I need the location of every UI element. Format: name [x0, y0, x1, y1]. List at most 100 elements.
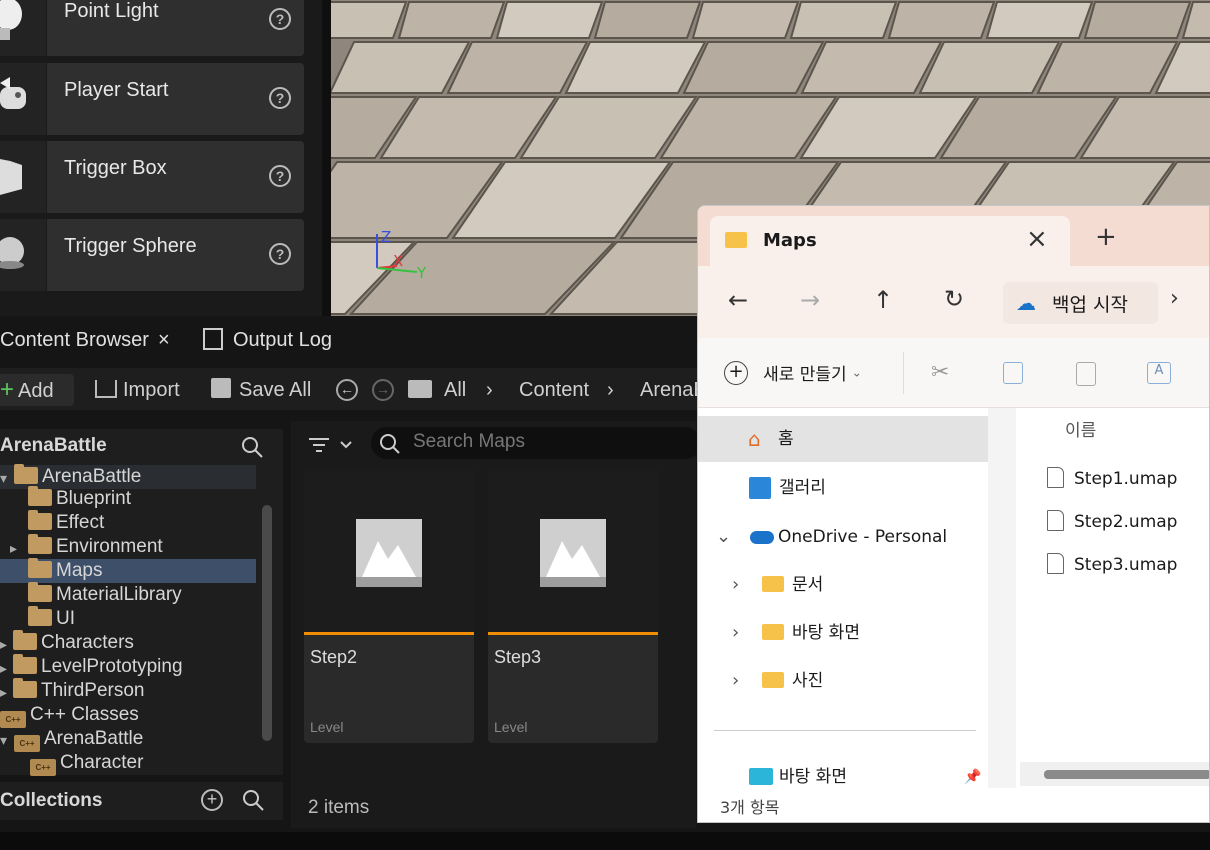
file-item[interactable]: Step2.umap — [1047, 507, 1177, 537]
breadcrumb-content[interactable]: Content — [519, 374, 589, 406]
nav-item-gallery[interactable]: 갤러리 — [698, 465, 988, 511]
nav-item-home[interactable]: ⌂ 홈 — [698, 416, 988, 462]
back-icon[interactable]: ← — [728, 286, 748, 314]
close-icon[interactable]: × — [1026, 224, 1048, 254]
level-thumbnail — [488, 469, 658, 635]
save-all-label: Save All — [239, 379, 312, 401]
search-input[interactable]: Search Maps — [371, 427, 701, 459]
tree-item-character[interactable]: C++ Character — [0, 751, 256, 776]
nav-item-pictures[interactable]: › 사진 — [698, 658, 988, 704]
help-icon[interactable]: ? — [269, 243, 291, 265]
new-tab-icon[interactable]: + — [1095, 222, 1117, 252]
tree-item-label: Maps — [56, 560, 103, 581]
nav-item-desktop[interactable]: › 바탕 화면 — [698, 610, 988, 656]
expand-arrow-icon[interactable]: ▸ — [10, 536, 17, 560]
close-icon[interactable]: × — [158, 324, 170, 356]
floor-tile — [1083, 1, 1192, 39]
asset-view: Search Maps Step2 Level Step3 Level 2 it… — [291, 421, 701, 828]
tree-item-materiallibrary[interactable]: MaterialLibrary — [0, 582, 256, 607]
axis-x-label: X — [393, 252, 403, 270]
explorer-nav-bar: ← → ↑ ↻ ☁ 백업 시작 › — [698, 266, 1209, 338]
search-icon[interactable] — [240, 435, 264, 459]
tab-content-browser[interactable]: Content Browser × — [0, 324, 188, 364]
cloud-upload-icon: ☁ — [1016, 291, 1036, 315]
place-item-player-start[interactable]: Player Start? — [0, 63, 304, 135]
floor-tile — [985, 1, 1094, 39]
nav-item-onedrive[interactable]: ⌄ OneDrive - Personal — [698, 514, 988, 560]
backup-button[interactable]: ☁ 백업 시작 — [1003, 282, 1158, 324]
import-button[interactable]: Import — [95, 374, 180, 406]
forward-icon[interactable]: → — [800, 286, 820, 314]
chevron-right-icon[interactable]: › — [732, 610, 739, 656]
breadcrumb-separator-icon: › — [486, 379, 493, 401]
explorer-title-bar: Maps × + — [698, 206, 1209, 268]
item-count: 3개 항목 — [720, 798, 780, 817]
help-icon[interactable]: ? — [269, 87, 291, 109]
chevron-right-icon[interactable]: › — [1170, 286, 1179, 311]
tree-item-maps[interactable]: Maps — [0, 558, 256, 583]
expand-arrow-icon[interactable]: ▸ — [0, 680, 7, 704]
expand-arrow-icon[interactable]: ▸ — [0, 632, 7, 656]
file-icon — [1047, 510, 1064, 531]
column-header-name[interactable]: 이름 — [1065, 416, 1096, 441]
tree-scrollbar[interactable] — [262, 505, 272, 741]
new-button[interactable]: + 새로 만들기 ⌄ — [724, 360, 862, 390]
forward-history-icon[interactable]: → — [372, 379, 394, 401]
help-icon[interactable]: ? — [269, 165, 291, 187]
tree-item-environment[interactable]: ▸ Environment — [0, 534, 256, 560]
cut-icon[interactable]: ✂ — [931, 360, 949, 385]
add-collection-icon[interactable]: + — [201, 789, 223, 811]
tree-item-label: Blueprint — [56, 488, 131, 509]
chevron-right-icon[interactable]: › — [732, 562, 739, 608]
desktop-icon — [749, 768, 773, 785]
rename-icon[interactable]: A — [1147, 362, 1171, 384]
floor-tile — [887, 1, 996, 39]
nav-item-documents[interactable]: › 문서 — [698, 562, 988, 608]
help-icon[interactable]: ? — [269, 8, 291, 30]
search-placeholder: Search Maps — [413, 431, 525, 452]
tree-item-arenabattle-cpp[interactable]: ▾ C++ ArenaBattle — [0, 727, 256, 752]
folder-icon — [408, 380, 432, 398]
back-history-icon[interactable]: ← — [336, 379, 358, 401]
place-item-trigger-box[interactable]: Trigger Box? — [0, 141, 304, 213]
axis-y-label: Y — [416, 264, 427, 282]
chevron-right-icon[interactable]: › — [732, 658, 739, 704]
tree-item-thirdperson[interactable]: ▸ ThirdPerson — [0, 678, 256, 704]
tree-item-characters[interactable]: ▸ Characters — [0, 630, 256, 656]
level-icon — [540, 519, 606, 587]
floor-tile — [495, 1, 604, 39]
asset-tile-step2[interactable]: Step2 Level — [304, 469, 474, 743]
place-item-trigger-sphere[interactable]: Trigger Sphere? — [0, 219, 304, 291]
horizontal-scroll-track — [1020, 762, 1209, 786]
search-icon[interactable] — [241, 788, 265, 812]
floor-tile — [564, 41, 707, 94]
tab-output-log[interactable]: Output Log — [203, 324, 353, 364]
up-icon[interactable]: ↑ — [873, 286, 893, 314]
copy-icon[interactable] — [1003, 362, 1023, 384]
tree-item-arenabattle[interactable]: ▾ ArenaBattle — [0, 464, 256, 489]
place-item-point-light[interactable]: Point Light? — [0, 0, 304, 56]
add-button[interactable]: + Add — [0, 374, 74, 406]
explorer-tab[interactable]: Maps × — [710, 216, 1070, 268]
tree-item-levelprototyping[interactable]: ▸ LevelPrototyping — [0, 654, 256, 680]
chevron-down-icon[interactable]: ⌄ — [716, 514, 731, 560]
horizontal-scrollbar[interactable] — [1044, 770, 1209, 779]
file-item[interactable]: Step1.umap — [1047, 464, 1177, 494]
paste-icon[interactable] — [1076, 362, 1096, 386]
tree-item-cpp-classes[interactable]: C++ C++ Classes — [0, 703, 256, 728]
save-all-button[interactable]: Save All — [211, 374, 311, 406]
refresh-icon[interactable]: ↻ — [944, 285, 964, 313]
folder-open-icon — [14, 464, 38, 484]
expand-arrow-icon[interactable]: ▸ — [0, 656, 7, 680]
tree-item-effect[interactable]: Effect — [0, 510, 256, 535]
filter-icon[interactable] — [307, 431, 357, 461]
file-item[interactable]: Step3.umap — [1047, 550, 1177, 580]
tree-item-label: Characters — [41, 632, 134, 653]
tree-item-blueprint[interactable]: Blueprint — [0, 486, 256, 511]
breadcrumb-all[interactable]: All — [444, 374, 466, 406]
asset-tile-step3[interactable]: Step3 Level — [488, 469, 658, 743]
tree-item-ui[interactable]: UI — [0, 606, 256, 631]
collections-title: Collections — [0, 790, 103, 811]
nav-item-label: 문서 — [792, 575, 824, 595]
tab-label: Output Log — [233, 329, 332, 351]
